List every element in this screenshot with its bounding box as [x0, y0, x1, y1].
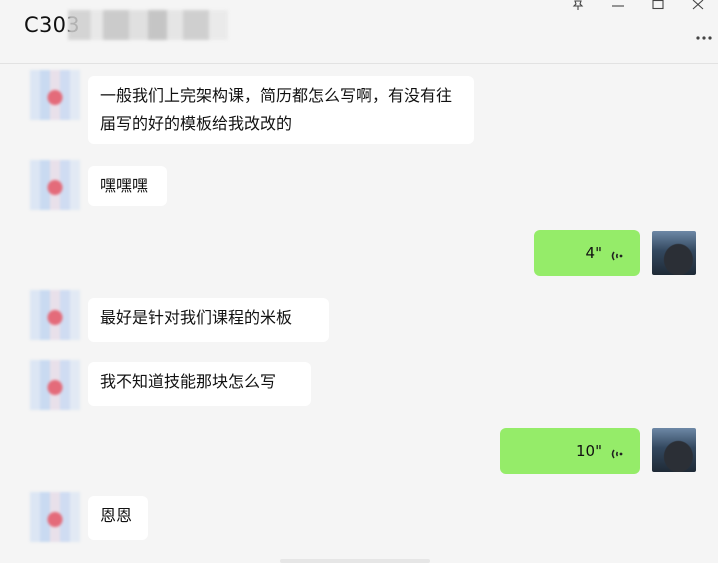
message-bubble[interactable]: 嘿嘿嘿 [88, 166, 167, 206]
message-text: 我不知道技能那块怎么写 [100, 372, 277, 391]
voice-message-bubble[interactable]: 4" [534, 230, 640, 276]
close-icon[interactable] [678, 0, 718, 16]
contact-avatar[interactable] [30, 360, 80, 410]
voice-wave-icon [610, 443, 626, 459]
voice-duration: 10" [576, 442, 602, 460]
message-text: 嘿嘿嘿 [100, 176, 149, 195]
contact-avatar[interactable] [30, 70, 80, 120]
contact-avatar[interactable] [30, 290, 80, 340]
message-text: 一般我们上完架构课，简历都怎么写啊，有没有往届写的好的模板给我改改的 [100, 86, 453, 133]
message-text: 最好是针对我们课程的米板 [100, 308, 293, 327]
pin-icon[interactable] [558, 0, 598, 16]
minimize-icon[interactable] [598, 0, 638, 16]
voice-duration: 4" [585, 244, 602, 262]
voice-message-bubble[interactable]: 10" [500, 428, 640, 474]
contact-avatar[interactable] [30, 492, 80, 542]
chat-area[interactable]: 一般我们上完架构课，简历都怎么写啊，有没有往届写的好的模板给我改改的 嘿嘿嘿 4… [0, 64, 718, 563]
message-bubble[interactable]: 最好是针对我们课程的米板 [88, 298, 329, 342]
chat-header: C303 [0, 0, 718, 64]
self-avatar[interactable] [652, 428, 696, 472]
maximize-icon[interactable] [638, 0, 678, 16]
message-bubble[interactable]: 我不知道技能那块怎么写 [88, 362, 311, 406]
self-avatar[interactable] [652, 231, 696, 275]
voice-wave-icon [610, 245, 626, 261]
message-bubble[interactable]: 一般我们上完架构课，简历都怎么写啊，有没有往届写的好的模板给我改改的 [88, 76, 474, 144]
message-bubble[interactable]: 恩恩 [88, 496, 148, 540]
redacted-title-blur [68, 10, 228, 40]
message-text: 恩恩 [100, 506, 133, 525]
window-controls [558, 0, 718, 16]
more-icon[interactable] [696, 26, 712, 45]
contact-avatar[interactable] [30, 160, 80, 210]
input-area-edge [280, 559, 430, 563]
